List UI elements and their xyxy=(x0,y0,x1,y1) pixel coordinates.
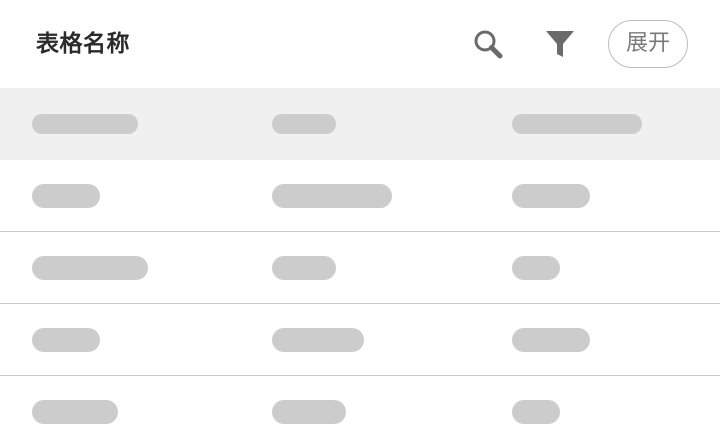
search-icon[interactable] xyxy=(470,26,506,62)
table-toolbar: 表格名称 展开 xyxy=(0,0,720,88)
data-table xyxy=(0,88,720,448)
cell-placeholder xyxy=(272,400,346,424)
cell-placeholder xyxy=(32,184,100,208)
header-placeholder xyxy=(272,114,336,134)
cell-placeholder xyxy=(32,400,118,424)
table-row[interactable] xyxy=(0,304,720,376)
table-row[interactable] xyxy=(0,160,720,232)
cell-placeholder xyxy=(512,184,590,208)
table-header-row xyxy=(0,88,720,160)
cell-placeholder xyxy=(512,400,560,424)
cell-placeholder xyxy=(272,184,392,208)
expand-button[interactable]: 展开 xyxy=(608,20,688,68)
filter-icon[interactable] xyxy=(542,26,578,62)
table-row[interactable] xyxy=(0,376,720,448)
cell-placeholder xyxy=(272,256,336,280)
cell-placeholder xyxy=(512,328,590,352)
cell-placeholder xyxy=(32,256,148,280)
table-card: 表格名称 展开 xyxy=(0,0,720,448)
cell-placeholder xyxy=(272,328,364,352)
cell-placeholder xyxy=(32,328,100,352)
cell-placeholder xyxy=(512,256,560,280)
header-placeholder xyxy=(32,114,138,134)
table-row[interactable] xyxy=(0,232,720,304)
header-placeholder xyxy=(512,114,642,134)
table-title: 表格名称 xyxy=(36,31,130,57)
